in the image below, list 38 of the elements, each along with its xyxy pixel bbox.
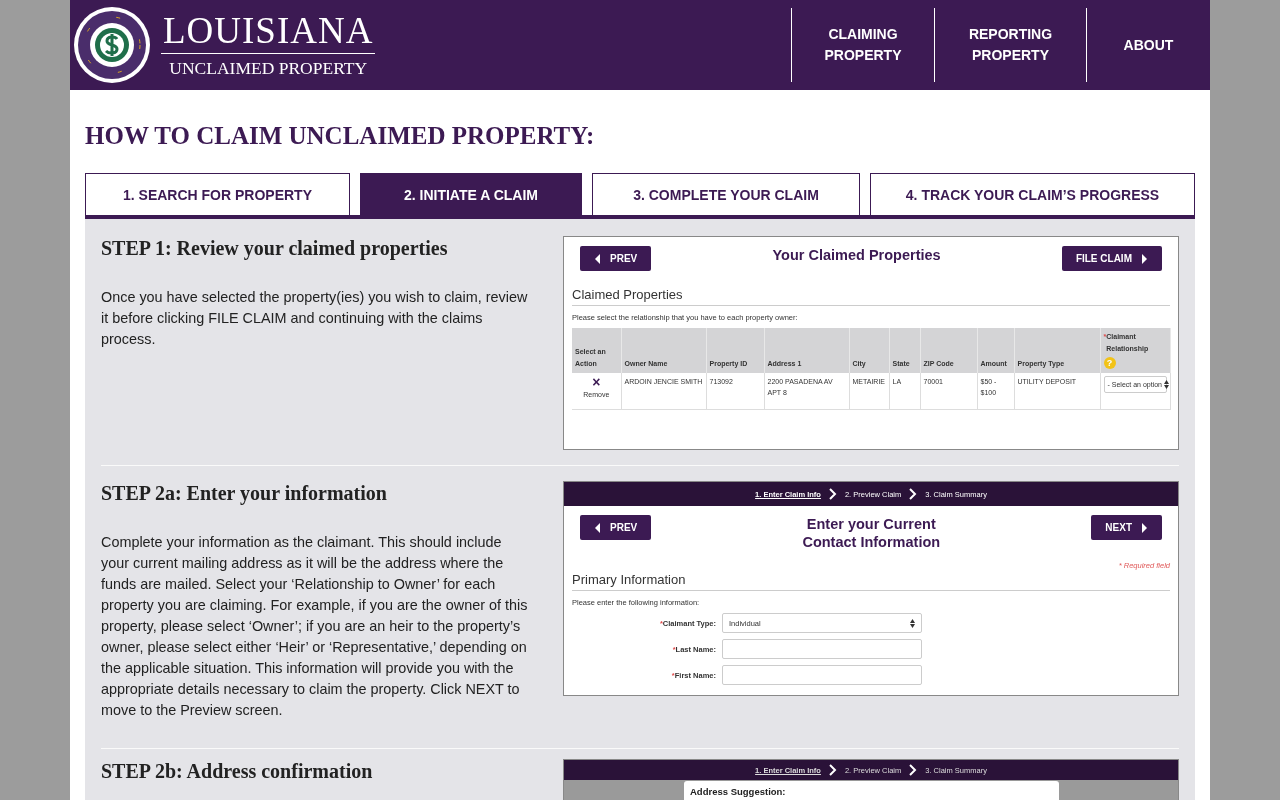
chevron-right-icon: [909, 764, 918, 776]
tab[interactable]: 2. INITIATE A CLAIM: [360, 173, 582, 215]
section-heading: Claimed Properties: [572, 287, 1170, 306]
step-description: Once you have selected the property(ies) you wish to claim, review it before clicking FILE CLAIM and continuing with the claims process.: [101, 288, 529, 349]
chevron-right-icon: [909, 488, 918, 500]
tab[interactable]: 1. SEARCH FOR PROPERTY: [85, 173, 350, 215]
nav-link[interactable]: ABOUT: [1086, 8, 1210, 82]
caret-left-icon: [594, 522, 601, 533]
nav-link[interactable]: CLAIMING PROPERTY: [791, 8, 934, 82]
sort-arrows-icon: [1164, 380, 1169, 389]
caret-right-icon: [1141, 253, 1148, 264]
chevron-right-icon: [828, 764, 837, 776]
nav-link[interactable]: REPORTING PROPERTY: [934, 8, 1086, 82]
sort-arrows-icon: [910, 618, 915, 628]
nav-button[interactable]: PREV: [580, 246, 652, 271]
caret-right-icon: [1141, 522, 1148, 533]
step-description: Complete your information as the claimant. This should include your current mailing address as it will be the address where the funds are mailed. Select your ‘Relationship to Owner’ for each property you are claiming. For example, if you are the owner of this property, please select ‘Owner’; if you are an heir to the property’s owner, please select either ‘Heir’ or ‘Representative,’ depending on the applicable situation. This information will provide you with the appropriate details necessary to claim the property. Click NEXT to move to the Preview screen.: [101, 533, 529, 720]
nav-button[interactable]: NEXT: [1091, 515, 1162, 540]
brand-title: LOUISIANA: [161, 10, 376, 54]
tab[interactable]: 4. TRACK YOUR CLAIM’S PROGRESS: [870, 173, 1195, 215]
input-field[interactable]: [722, 639, 922, 659]
remove-icon[interactable]: ×: [575, 376, 618, 389]
screen-heading: Your Claimed Properties: [772, 246, 941, 264]
nav-button[interactable]: FILE CLAIM: [1061, 246, 1162, 271]
section-heading: Primary Information: [572, 572, 1170, 591]
page-title: HOW TO CLAIM UNCLAIMED PROPERTY:: [85, 121, 596, 151]
screen-heading: Enter your Current Contact Information: [801, 515, 942, 551]
brand-subtitle: UNCLAIMED PROPERTY: [169, 56, 368, 80]
seal-icon: [73, 6, 151, 84]
nav-button[interactable]: PREV: [580, 515, 652, 540]
tab[interactable]: 3. COMPLETE YOUR CLAIM: [592, 173, 860, 215]
caret-left-icon: [594, 253, 601, 264]
step-title: STEP 1: Review your claimed properties: [101, 236, 449, 260]
step-title: STEP 2a: Enter your information: [101, 481, 388, 505]
dialog-title: Address Suggestion:: [690, 786, 786, 797]
chevron-right-icon: [828, 488, 837, 500]
step-title: STEP 2b: Address confirmation: [101, 759, 374, 783]
input-field[interactable]: [722, 665, 922, 685]
